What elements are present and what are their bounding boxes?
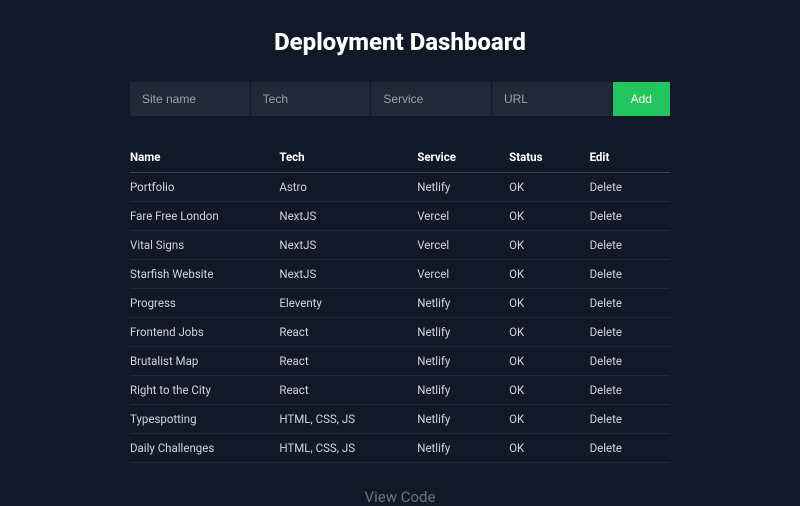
cell-status: OK xyxy=(509,347,589,376)
add-button[interactable]: Add xyxy=(613,82,670,116)
delete-button[interactable]: Delete xyxy=(590,354,622,368)
page-title: Deployment Dashboard xyxy=(130,28,670,56)
cell-tech: Eleventy xyxy=(279,289,417,318)
footer: View Code xyxy=(130,487,670,506)
cell-tech: React xyxy=(279,376,417,405)
add-site-form: Add xyxy=(130,82,670,116)
cell-status: OK xyxy=(509,231,589,260)
table-row: Vital SignsNextJSVercelOKDelete xyxy=(130,231,670,260)
delete-button[interactable]: Delete xyxy=(590,412,622,426)
cell-tech: Astro xyxy=(279,173,417,202)
cell-service: Netlify xyxy=(417,347,509,376)
cell-status: OK xyxy=(509,434,589,463)
cell-tech: NextJS xyxy=(279,260,417,289)
view-code-link[interactable]: View Code xyxy=(365,488,436,506)
table-row: ProgressEleventyNetlifyOKDelete xyxy=(130,289,670,318)
service-input[interactable] xyxy=(371,82,492,116)
cell-name: Daily Challenges xyxy=(130,434,279,463)
cell-service: Vercel xyxy=(417,202,509,231)
cell-name: Right to the City xyxy=(130,376,279,405)
header-edit: Edit xyxy=(590,142,670,173)
table-row: TypespottingHTML, CSS, JSNetlifyOKDelete xyxy=(130,405,670,434)
cell-status: OK xyxy=(509,376,589,405)
cell-status: OK xyxy=(509,173,589,202)
cell-name: Progress xyxy=(130,289,279,318)
cell-service: Vercel xyxy=(417,231,509,260)
delete-button[interactable]: Delete xyxy=(590,441,622,455)
site-name-input[interactable] xyxy=(130,82,251,116)
cell-tech: React xyxy=(279,347,417,376)
cell-name: Frontend Jobs xyxy=(130,318,279,347)
header-name: Name xyxy=(130,142,279,173)
cell-service: Netlify xyxy=(417,318,509,347)
deployments-table: Name Tech Service Status Edit PortfolioA… xyxy=(130,142,670,463)
delete-button[interactable]: Delete xyxy=(590,180,622,194)
cell-service: Netlify xyxy=(417,173,509,202)
delete-button[interactable]: Delete xyxy=(590,383,622,397)
cell-name: Brutalist Map xyxy=(130,347,279,376)
cell-tech: HTML, CSS, JS xyxy=(279,405,417,434)
cell-status: OK xyxy=(509,405,589,434)
cell-name: Fare Free London xyxy=(130,202,279,231)
table-row: Daily ChallengesHTML, CSS, JSNetlifyOKDe… xyxy=(130,434,670,463)
cell-name: Starfish Website xyxy=(130,260,279,289)
table-row: Frontend JobsReactNetlifyOKDelete xyxy=(130,318,670,347)
delete-button[interactable]: Delete xyxy=(590,296,622,310)
cell-service: Netlify xyxy=(417,405,509,434)
url-input[interactable] xyxy=(492,82,613,116)
cell-name: Vital Signs xyxy=(130,231,279,260)
cell-tech: NextJS xyxy=(279,231,417,260)
cell-service: Netlify xyxy=(417,434,509,463)
cell-tech: React xyxy=(279,318,417,347)
cell-name: Typespotting xyxy=(130,405,279,434)
delete-button[interactable]: Delete xyxy=(590,325,622,339)
cell-service: Netlify xyxy=(417,289,509,318)
header-service: Service xyxy=(417,142,509,173)
tech-input[interactable] xyxy=(251,82,372,116)
delete-button[interactable]: Delete xyxy=(590,209,622,223)
cell-status: OK xyxy=(509,318,589,347)
table-row: Starfish WebsiteNextJSVercelOKDelete xyxy=(130,260,670,289)
table-row: Fare Free LondonNextJSVercelOKDelete xyxy=(130,202,670,231)
header-status: Status xyxy=(509,142,589,173)
header-tech: Tech xyxy=(279,142,417,173)
table-row: PortfolioAstroNetlifyOKDelete xyxy=(130,173,670,202)
cell-service: Vercel xyxy=(417,260,509,289)
cell-service: Netlify xyxy=(417,376,509,405)
table-row: Right to the CityReactNetlifyOKDelete xyxy=(130,376,670,405)
cell-name: Portfolio xyxy=(130,173,279,202)
delete-button[interactable]: Delete xyxy=(590,238,622,252)
cell-status: OK xyxy=(509,289,589,318)
delete-button[interactable]: Delete xyxy=(590,267,622,281)
cell-tech: HTML, CSS, JS xyxy=(279,434,417,463)
cell-status: OK xyxy=(509,202,589,231)
cell-status: OK xyxy=(509,260,589,289)
cell-tech: NextJS xyxy=(279,202,417,231)
table-row: Brutalist MapReactNetlifyOKDelete xyxy=(130,347,670,376)
